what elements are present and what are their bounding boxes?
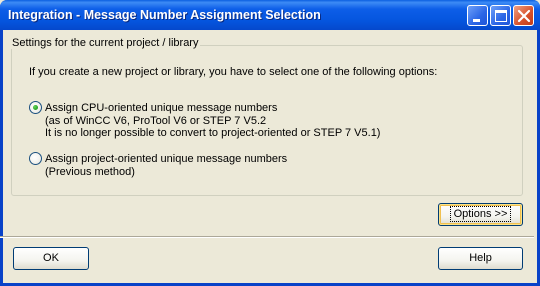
- radio-selected-dot: [33, 105, 38, 110]
- close-icon: [517, 9, 531, 23]
- minimize-icon: [473, 19, 480, 22]
- options-button[interactable]: Options >>: [438, 203, 523, 226]
- title-bar[interactable]: Integration - Message Number Assignment …: [0, 0, 540, 30]
- option-line: (Previous method): [45, 165, 135, 178]
- cpu-oriented-radio[interactable]: [29, 101, 42, 114]
- cpu-oriented-option-label[interactable]: Assign CPU-oriented unique message numbe…: [45, 102, 380, 140]
- window-title: Integration - Message Number Assignment …: [8, 8, 321, 22]
- project-oriented-option-label[interactable]: Assign project-oriented unique message n…: [45, 153, 287, 178]
- options-button-label: Options >>: [449, 206, 512, 222]
- maximize-button[interactable]: [490, 5, 511, 26]
- help-button-label: Help: [469, 252, 492, 264]
- option-line: Assign project-oriented unique message n…: [45, 153, 288, 165]
- footer-divider: [0, 236, 534, 238]
- close-button[interactable]: [513, 5, 534, 26]
- minimize-button[interactable]: [467, 5, 488, 26]
- project-oriented-radio[interactable]: [29, 152, 42, 165]
- maximize-icon: [495, 10, 507, 22]
- help-button[interactable]: Help: [438, 247, 523, 270]
- instruction-text: If you create a new project or library, …: [29, 66, 438, 78]
- ok-button-label: OK: [43, 252, 59, 264]
- groupbox-legend: Settings for the current project / libra…: [10, 37, 201, 49]
- option-line: (as of WinCC V6, ProTool V6 or STEP 7 V5…: [45, 114, 267, 127]
- option-line: It is no longer possible to convert to p…: [45, 127, 381, 139]
- option-line: Assign CPU-oriented unique message numbe…: [45, 102, 278, 114]
- ok-button[interactable]: OK: [13, 247, 89, 270]
